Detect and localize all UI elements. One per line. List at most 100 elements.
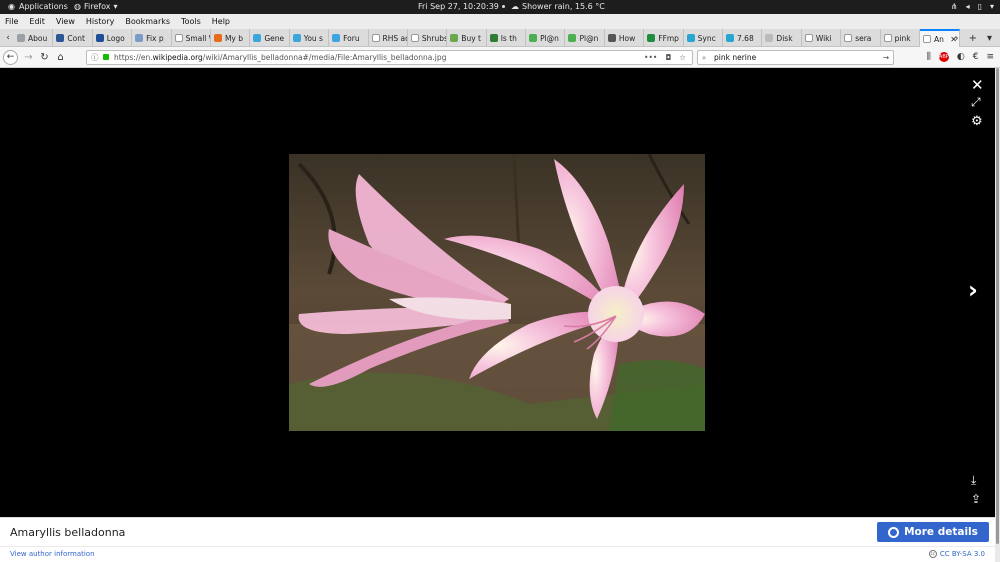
menu-tools[interactable]: Tools — [181, 17, 201, 26]
tab[interactable]: Sync — [684, 29, 724, 47]
share-icon[interactable]: ⇪ — [971, 492, 981, 506]
lock-icon[interactable] — [103, 54, 109, 60]
tab[interactable]: Wiki — [802, 29, 842, 47]
tab[interactable]: 7.68 — [723, 29, 763, 47]
adblock-icon[interactable]: ABP — [938, 52, 949, 62]
close-icon[interactable]: ✕ — [971, 76, 984, 94]
system-top-bar: ◉ Applications ◍ Firefox ▾ Fri Sep 27, 1… — [0, 0, 1000, 14]
gear-icon[interactable]: ⚙ — [971, 114, 983, 129]
tab[interactable]: Buy t — [447, 29, 487, 47]
navigation-toolbar: ← → ↻ ⌂ ⓘ https://en.wikipedia.org/wiki/… — [0, 47, 1000, 68]
weather-text: Shower rain, 15.6 °C — [522, 2, 605, 11]
reload-button[interactable]: ↻ — [37, 50, 52, 65]
menu-file[interactable]: File — [5, 17, 18, 26]
amaryllis-photo — [289, 154, 705, 431]
applications-menu[interactable]: ◉ Applications — [8, 0, 68, 14]
tab-bar-actions: › + ▾ — [955, 29, 1000, 47]
chevron-down-icon: ▾ — [113, 2, 118, 11]
download-icon[interactable]: ⤓ — [971, 473, 976, 488]
forward-button[interactable]: → — [21, 50, 36, 65]
tab[interactable]: sera — [841, 29, 881, 47]
tab-scroll-right-button[interactable]: › — [955, 33, 959, 44]
tab-label: Buy t — [461, 33, 481, 43]
favicon-icon — [95, 34, 104, 42]
network-icon: ⋔ — [950, 2, 958, 11]
more-details-label: More details — [904, 526, 978, 538]
menu-edit[interactable]: Edit — [29, 17, 45, 26]
tab[interactable]: Pl@n — [565, 29, 605, 47]
library-icon[interactable]: ⫼ — [927, 50, 931, 65]
toolbar-extensions: ⫼ ABP ◐ € ≡ — [927, 50, 994, 65]
author-info-link[interactable]: View author information — [10, 550, 95, 558]
tab-label: pink — [894, 33, 911, 43]
page-scrollbar[interactable] — [995, 68, 1000, 562]
cloud-rain-icon: ☁ — [511, 2, 519, 11]
favicon-icon — [607, 34, 616, 42]
tab-strip: Abou Cont Logo Fix p Small W My b Gene You s For… — [14, 29, 960, 47]
tab[interactable]: Pl@n — [526, 29, 566, 47]
search-go-icon[interactable]: → — [883, 51, 889, 64]
tab-label: Is th — [500, 33, 517, 43]
tab[interactable]: Small W — [172, 29, 211, 47]
system-tray[interactable]: ⋔ ◂ ▯ ▾ — [951, 0, 994, 14]
page-actions-icon[interactable]: ••• — [644, 51, 657, 64]
more-details-button[interactable]: More details — [877, 522, 989, 542]
weather-indicator[interactable]: ☁ Shower rain, 15.6 °C — [511, 0, 605, 14]
shield-icon[interactable]: ◐ — [957, 50, 965, 65]
tab[interactable]: You s — [290, 29, 330, 47]
clock-text: Fri Sep 27, 10:20:39 — [418, 2, 499, 11]
firefox-app-menu[interactable]: ◍ Firefox ▾ — [74, 0, 117, 14]
license-link[interactable]: cc CC BY-SA 3.0 — [928, 550, 985, 558]
fullscreen-icon[interactable]: ⤢ — [971, 95, 981, 110]
tab-list-button[interactable]: ▾ — [987, 33, 992, 44]
tab[interactable]: pink — [881, 29, 920, 47]
menu-history[interactable]: History — [86, 17, 114, 26]
tab-label: Shrubs — [421, 33, 448, 43]
tab-label: Logo — [106, 33, 125, 43]
tab[interactable]: RHS adv — [369, 29, 408, 47]
tab[interactable]: Cont — [53, 29, 93, 47]
tab[interactable]: Abou — [14, 29, 54, 47]
search-input[interactable] — [714, 51, 874, 64]
tab[interactable]: Shrubs — [408, 29, 448, 47]
tab-scroll-left-button[interactable]: ‹ — [2, 29, 14, 47]
menu-bookmarks[interactable]: Bookmarks — [125, 17, 170, 26]
tab[interactable]: Gene — [250, 29, 290, 47]
tab[interactable]: Logo — [93, 29, 133, 47]
tab[interactable]: Fix p — [132, 29, 172, 47]
home-button[interactable]: ⌂ — [53, 50, 68, 65]
extension-icon[interactable]: € — [973, 50, 979, 65]
url-actions: ••• ◘ ☆ — [644, 51, 686, 64]
scrollbar-thumb[interactable] — [996, 68, 999, 544]
pocket-icon[interactable]: ◘ — [665, 51, 671, 64]
tab-label: Sync — [697, 33, 716, 43]
tab[interactable]: Disk — [762, 29, 802, 47]
tab[interactable]: How — [605, 29, 645, 47]
clock[interactable]: Fri Sep 27, 10:20:39 — [418, 0, 505, 14]
new-tab-button[interactable]: + — [969, 33, 977, 44]
media-title: Amaryllis belladonna — [10, 526, 126, 539]
search-bar[interactable]: ⌕ → — [697, 50, 894, 65]
tab[interactable]: My b — [211, 29, 251, 47]
tab[interactable]: FFmp — [644, 29, 684, 47]
favicon-icon — [450, 34, 459, 42]
tab-label: You s — [303, 33, 323, 43]
next-image-button[interactable]: › — [968, 276, 978, 304]
tab[interactable]: Foru — [329, 29, 369, 47]
bookmark-star-icon[interactable]: ☆ — [679, 51, 686, 64]
tab-label: Pl@n — [579, 33, 599, 43]
menu-help[interactable]: Help — [212, 17, 230, 26]
firefox-icon: ◍ — [74, 2, 81, 11]
menu-view[interactable]: View — [56, 17, 75, 26]
favicon-icon — [135, 34, 144, 42]
url-bar[interactable]: ⓘ https://en.wikipedia.org/wiki/Amarylli… — [86, 50, 693, 65]
tab-bar: ‹ Abou Cont Logo Fix p Small W My b Gene You s F… — [0, 29, 1000, 47]
tab[interactable]: Is th — [487, 29, 527, 47]
hamburger-menu-icon[interactable]: ≡ — [986, 50, 994, 65]
info-icon[interactable]: ⓘ — [91, 51, 99, 64]
tab-label: Disk — [776, 33, 793, 43]
favicon-icon — [292, 34, 301, 42]
url-domain: wikipedia.org — [152, 53, 203, 62]
back-button[interactable]: ← — [3, 50, 18, 65]
favicon-icon — [647, 34, 656, 42]
